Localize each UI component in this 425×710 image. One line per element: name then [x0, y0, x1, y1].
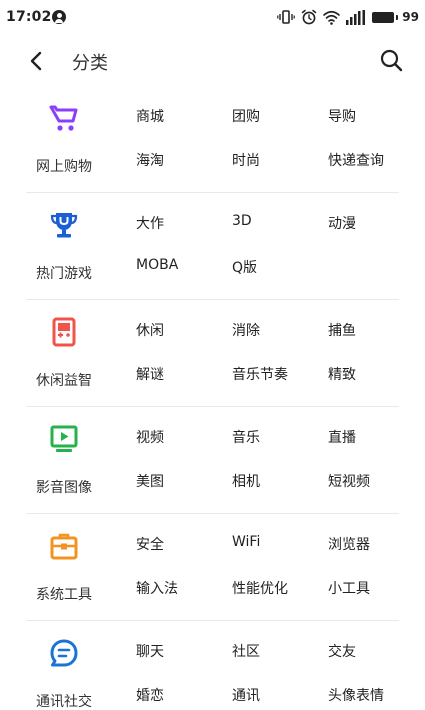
category-name[interactable]: 热门游戏 [24, 263, 104, 283]
subcategory-link[interactable]: 通讯 [232, 685, 260, 705]
subcategory-link[interactable]: WiFi [232, 534, 260, 550]
category-row-games: 热门游戏 大作 3D 动漫 MOBA Q版 [0, 193, 425, 300]
subcategory-link[interactable]: 输入法 [136, 578, 178, 598]
subcategory-link[interactable]: MOBA [136, 257, 178, 273]
subcategory-link[interactable]: 动漫 [328, 213, 356, 233]
category-name[interactable]: 通讯社交 [24, 691, 104, 710]
subcategory-link[interactable]: 短视频 [328, 471, 370, 491]
video-play-icon[interactable] [49, 424, 79, 454]
battery-icon: 99 [372, 10, 419, 24]
shopping-cart-icon[interactable] [49, 103, 79, 133]
subcategory-link[interactable]: 休闲 [136, 320, 164, 340]
subcategory-link[interactable]: 解谜 [136, 364, 164, 384]
category-row-media: 影音图像 视频 音乐 直播 美图 相机 短视频 [0, 407, 425, 514]
header: 分类 [0, 38, 425, 84]
subcategory-link[interactable]: 时尚 [232, 150, 260, 170]
chevron-left-icon[interactable] [26, 50, 48, 72]
subcategory-link[interactable]: 相机 [232, 471, 260, 491]
game-card-icon[interactable] [49, 317, 79, 347]
subcategory-link[interactable]: 音乐节奏 [232, 364, 288, 384]
signal-icon [346, 9, 366, 25]
category-list: 网上购物 商城 团购 导购 海淘 时尚 快递查询 热门游戏 大作 3D 动漫 M… [0, 86, 425, 710]
subcategory-link[interactable]: 头像表情 [328, 685, 384, 705]
subcategory-link[interactable]: 浏览器 [328, 534, 370, 554]
alarm-icon [302, 9, 317, 25]
subcategory-link[interactable]: 婚恋 [136, 685, 164, 705]
category-name[interactable]: 网上购物 [24, 156, 104, 176]
category-name[interactable]: 系统工具 [24, 584, 104, 604]
subcategory-link[interactable]: Q版 [232, 257, 257, 277]
subcategory-link[interactable]: 精致 [328, 364, 356, 384]
subcategory-link[interactable]: 直播 [328, 427, 356, 447]
account-icon [52, 10, 66, 24]
category-row-shopping: 网上购物 商城 团购 导购 海淘 时尚 快递查询 [0, 86, 425, 193]
subcategory-link[interactable]: 快递查询 [328, 150, 384, 170]
subcategory-link[interactable]: 捕鱼 [328, 320, 356, 340]
search-icon[interactable] [379, 48, 403, 72]
subcategory-link[interactable]: 社区 [232, 641, 260, 661]
wifi-icon [323, 10, 341, 25]
chat-bubble-icon[interactable] [49, 638, 79, 668]
subcategory-link[interactable]: 团购 [232, 106, 260, 126]
subcategory-link[interactable]: 性能优化 [232, 578, 288, 598]
trophy-icon[interactable] [49, 210, 79, 240]
category-row-tools: 系统工具 安全 WiFi 浏览器 输入法 性能优化 小工具 [0, 514, 425, 621]
subcategory-link[interactable]: 3D [232, 213, 252, 229]
subcategory-link[interactable]: 美图 [136, 471, 164, 491]
battery-level: 99 [402, 10, 419, 24]
status-time: 17:02 [6, 9, 52, 25]
subcategory-link[interactable]: 视频 [136, 427, 164, 447]
subcategory-link[interactable]: 大作 [136, 213, 164, 233]
subcategory-link[interactable]: 安全 [136, 534, 164, 554]
status-bar: 17:02 99 [0, 0, 425, 34]
subcategory-link[interactable]: 小工具 [328, 578, 370, 598]
page-title: 分类 [72, 53, 108, 74]
subcategory-link[interactable]: 商城 [136, 106, 164, 126]
vibrate-icon [277, 10, 296, 24]
toolbox-icon[interactable] [49, 531, 79, 561]
subcategory-link[interactable]: 音乐 [232, 427, 260, 447]
subcategory-link[interactable]: 海淘 [136, 150, 164, 170]
subcategory-link[interactable]: 聊天 [136, 641, 164, 661]
subcategory-link[interactable]: 交友 [328, 641, 356, 661]
status-icons: 99 [277, 8, 419, 26]
category-name[interactable]: 休闲益智 [24, 370, 104, 390]
category-row-casual: 休闲益智 休闲 消除 捕鱼 解谜 音乐节奏 精致 [0, 300, 425, 407]
subcategory-link[interactable]: 消除 [232, 320, 260, 340]
category-name[interactable]: 影音图像 [24, 477, 104, 497]
subcategory-link[interactable]: 导购 [328, 106, 356, 126]
category-row-social: 通讯社交 聊天 社区 交友 婚恋 通讯 头像表情 [0, 621, 425, 710]
